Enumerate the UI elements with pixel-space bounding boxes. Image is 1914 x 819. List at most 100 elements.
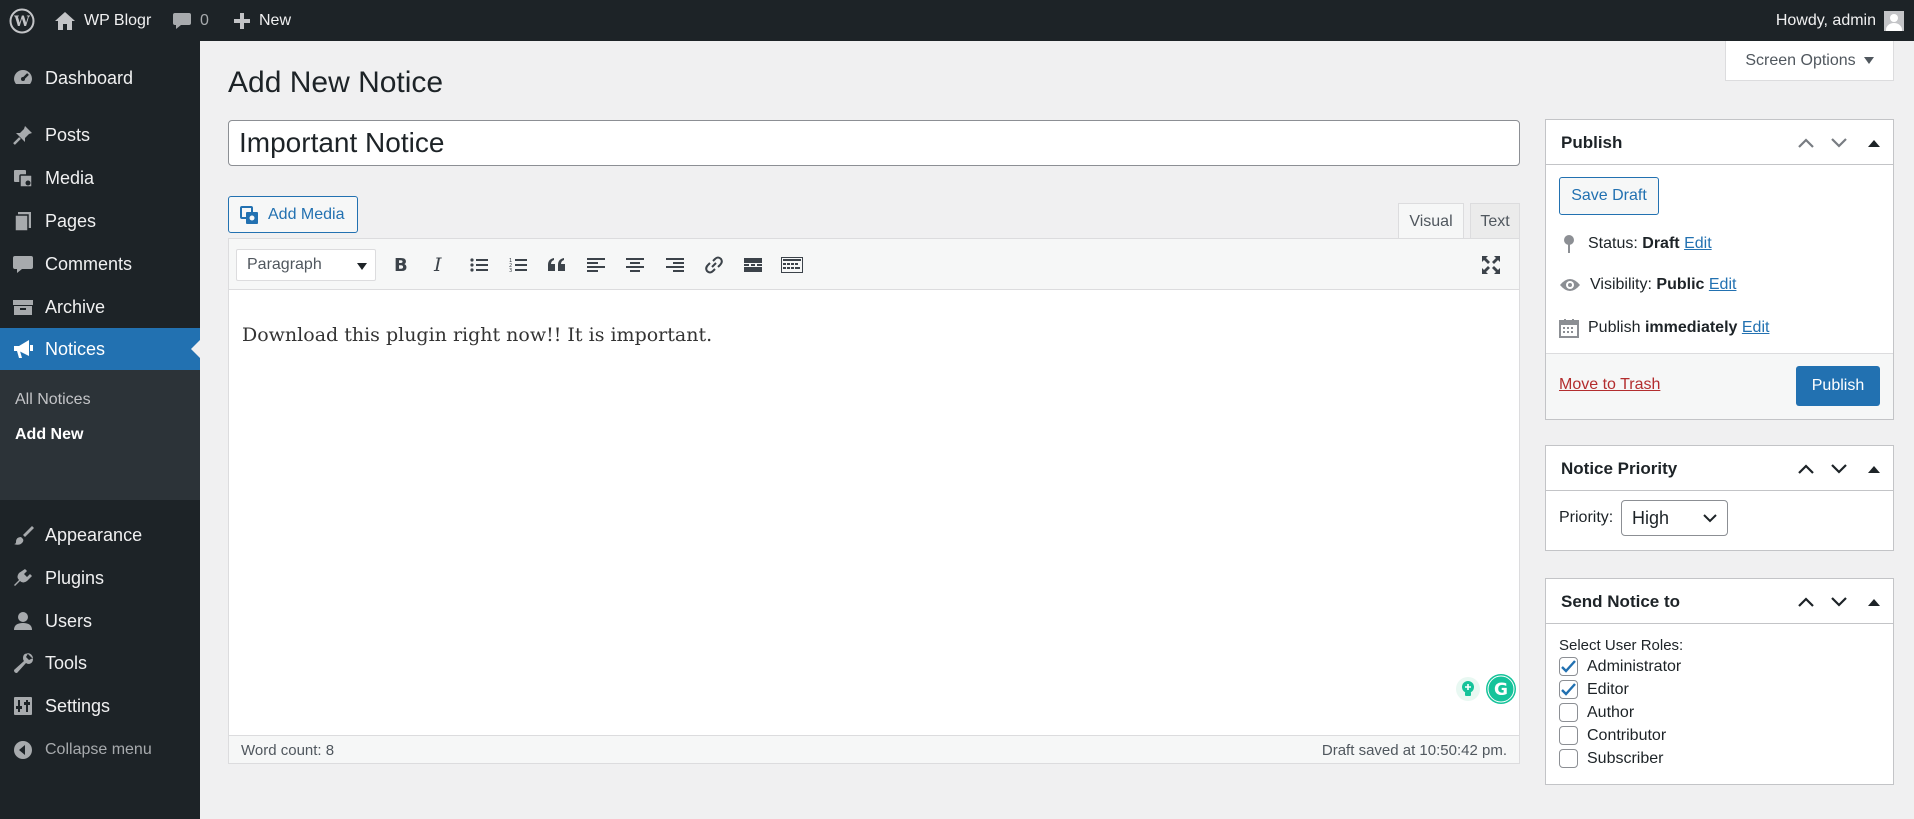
edit-publish-date-link[interactable]: Edit	[1742, 319, 1770, 336]
link-button[interactable]	[700, 251, 728, 279]
sidebar-item-users[interactable]: Users	[0, 600, 200, 642]
lightbulb-icon	[1455, 676, 1481, 702]
sidebar-item-archive[interactable]: Archive	[0, 286, 200, 328]
svg-text:W: W	[13, 14, 30, 30]
svg-text:B: B	[394, 256, 408, 274]
grammarly-widget[interactable]: G	[1449, 671, 1517, 707]
role-author[interactable]: Author	[1559, 703, 1634, 722]
numbered-list-button[interactable]: 123	[504, 251, 532, 279]
site-name-link[interactable]: WP Blogr	[54, 0, 151, 41]
sidebar-item-media[interactable]: Media	[0, 157, 200, 199]
notice-priority-box: Notice Priority Priority: High	[1545, 445, 1894, 551]
priority-label: Priority:	[1559, 509, 1614, 526]
sidebar-item-pages[interactable]: Pages	[0, 200, 200, 242]
archive-icon	[11, 295, 35, 319]
italic-button[interactable]: I	[425, 251, 453, 279]
word-count: Word count: 8	[241, 742, 335, 759]
checkbox-checked[interactable]	[1559, 657, 1578, 676]
checkbox-checked[interactable]	[1559, 680, 1578, 699]
caret-down-icon	[357, 263, 367, 270]
editor-toolbar: Paragraph B I 123	[229, 239, 1519, 290]
post-title-input[interactable]	[228, 120, 1520, 166]
align-center-button[interactable]	[621, 251, 649, 279]
align-right-button[interactable]	[661, 251, 689, 279]
move-to-trash-link[interactable]: Move to Trash	[1559, 376, 1660, 394]
dashboard-icon	[11, 66, 35, 90]
notices-submenu: All Notices Add New	[0, 370, 200, 500]
format-select[interactable]: Paragraph	[236, 249, 376, 281]
wordpress-logo-icon[interactable]: W	[7, 0, 37, 41]
toggle-panel-icon[interactable]	[1863, 132, 1885, 154]
editor-content[interactable]: Download this plugin right now!! It is i…	[242, 324, 712, 346]
checkbox-unchecked[interactable]	[1559, 749, 1578, 768]
align-left-button[interactable]	[582, 251, 610, 279]
wrench-icon	[11, 651, 35, 675]
media-icon	[11, 166, 35, 190]
calendar-icon	[1559, 318, 1579, 338]
notice-priority-header: Notice Priority	[1546, 446, 1893, 491]
caret-down-icon	[1863, 56, 1874, 65]
sidebar-item-plugins[interactable]: Plugins	[0, 557, 200, 599]
new-label: New	[259, 11, 292, 29]
submenu-all-notices[interactable]: All Notices	[15, 391, 91, 409]
pages-icon	[11, 209, 35, 233]
publish-button[interactable]: Publish	[1796, 366, 1880, 406]
draft-saved-status: Draft saved at 10:50:42 pm.	[1321, 742, 1507, 759]
move-down-icon[interactable]	[1828, 591, 1850, 613]
tab-text[interactable]: Text	[1470, 203, 1520, 239]
sidebar-item-dashboard[interactable]: Dashboard	[0, 57, 200, 99]
post-editor: Paragraph B I 123 Download this plugin r…	[228, 238, 1520, 764]
screen-options-button[interactable]: Screen Options	[1725, 41, 1894, 81]
toolbar-toggle-button[interactable]	[778, 251, 806, 279]
save-draft-button[interactable]: Save Draft	[1559, 177, 1659, 215]
svg-text:G: G	[1494, 680, 1508, 700]
move-up-icon[interactable]	[1795, 458, 1817, 480]
checkbox-unchecked[interactable]	[1559, 703, 1578, 722]
sidebar-item-notices[interactable]: Notices	[0, 328, 200, 370]
add-media-button[interactable]: Add Media	[228, 196, 358, 233]
tab-visual[interactable]: Visual	[1398, 203, 1464, 240]
submenu-add-new[interactable]: Add New	[15, 426, 83, 444]
priority-select[interactable]: High	[1621, 500, 1728, 536]
bold-button[interactable]: B	[386, 251, 414, 279]
edit-status-link[interactable]: Edit	[1684, 235, 1712, 252]
sidebar-item-settings[interactable]: Settings	[0, 685, 200, 727]
chevron-down-icon	[1703, 514, 1717, 523]
brush-icon	[11, 523, 35, 547]
comments-link[interactable]: 0	[172, 0, 209, 41]
pin-icon	[11, 123, 35, 147]
blockquote-button[interactable]	[543, 251, 571, 279]
svg-text:3: 3	[509, 268, 512, 273]
users-icon	[11, 609, 35, 633]
role-contributor[interactable]: Contributor	[1559, 726, 1666, 745]
move-up-icon[interactable]	[1795, 591, 1817, 613]
collapse-icon	[11, 738, 35, 762]
checkbox-unchecked[interactable]	[1559, 726, 1578, 745]
plugin-icon	[11, 566, 35, 590]
sidebar-item-appearance[interactable]: Appearance	[0, 514, 200, 556]
toggle-panel-icon[interactable]	[1863, 591, 1885, 613]
admin-sidebar: Dashboard Posts Media Pages Comments Arc…	[0, 41, 200, 819]
role-administrator[interactable]: Administrator	[1559, 657, 1681, 676]
comment-icon	[11, 252, 35, 276]
home-icon	[54, 11, 76, 31]
sidebar-item-comments[interactable]: Comments	[0, 243, 200, 285]
move-down-icon[interactable]	[1828, 132, 1850, 154]
role-editor[interactable]: Editor	[1559, 680, 1629, 699]
move-up-icon[interactable]	[1795, 132, 1817, 154]
sidebar-item-tools[interactable]: Tools	[0, 642, 200, 684]
fullscreen-icon[interactable]	[1477, 251, 1505, 279]
avatar	[1884, 10, 1904, 31]
collapse-menu-button[interactable]: Collapse menu	[0, 729, 200, 771]
read-more-button[interactable]	[739, 251, 767, 279]
my-account-link[interactable]: Howdy, admin	[1776, 0, 1904, 41]
edit-visibility-link[interactable]: Edit	[1709, 276, 1737, 293]
publish-box-header: Publish	[1546, 120, 1893, 165]
sidebar-item-posts[interactable]: Posts	[0, 114, 200, 156]
toggle-panel-icon[interactable]	[1863, 458, 1885, 480]
role-subscriber[interactable]: Subscriber	[1559, 749, 1663, 768]
bullet-list-button[interactable]	[465, 251, 493, 279]
new-content-link[interactable]: New	[233, 0, 291, 41]
send-notice-header: Send Notice to	[1546, 579, 1893, 624]
move-down-icon[interactable]	[1828, 458, 1850, 480]
